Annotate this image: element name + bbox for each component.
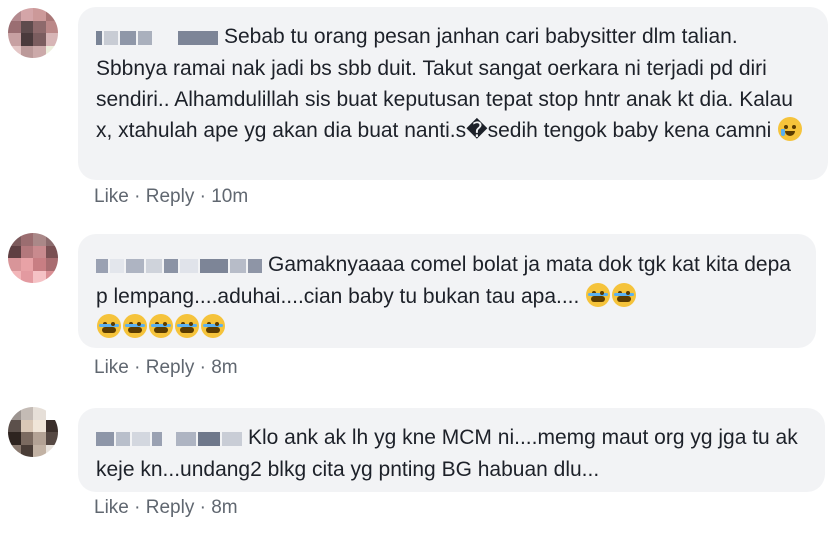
- avatar[interactable]: [8, 8, 58, 58]
- commenter-name-redacted[interactable]: [96, 250, 264, 281]
- timestamp[interactable]: 8m: [211, 357, 237, 378]
- loudly-crying-face-icon: [201, 313, 225, 338]
- separator: ·: [134, 497, 141, 518]
- separator: ·: [134, 357, 141, 378]
- commenter-name-redacted[interactable]: [96, 423, 244, 454]
- comment-actions: Like · Reply · 8m: [94, 357, 238, 379]
- comment-bubble: Klo ank ak lh yg kne MCM ni....memg maut…: [78, 408, 825, 492]
- like-link[interactable]: Like: [94, 497, 129, 518]
- avatar[interactable]: [8, 233, 58, 283]
- like-link[interactable]: Like: [94, 186, 129, 207]
- commenter-name-redacted[interactable]: [96, 22, 220, 53]
- reply-link[interactable]: Reply: [146, 357, 195, 378]
- timestamp[interactable]: 8m: [211, 497, 237, 518]
- comment-actions: Like · Reply · 8m: [94, 497, 238, 519]
- loudly-crying-face-icon: [612, 282, 637, 307]
- loudly-crying-face-icon: [175, 313, 199, 338]
- separator: ·: [199, 186, 206, 207]
- reply-link[interactable]: Reply: [146, 497, 195, 518]
- separator: ·: [199, 497, 206, 518]
- reply-link[interactable]: Reply: [146, 186, 195, 207]
- avatar[interactable]: [8, 407, 58, 457]
- crying-face-icon: [778, 116, 803, 141]
- loudly-crying-face-icon: [97, 313, 121, 338]
- loudly-crying-face-icon: [586, 282, 611, 307]
- loudly-crying-face-icon: [123, 313, 147, 338]
- timestamp[interactable]: 10m: [211, 186, 248, 207]
- separator: ·: [134, 186, 141, 207]
- comment-bubble: Sebab tu orang pesan janhan cari babysit…: [78, 7, 828, 180]
- comment-bubble: Gamaknyaaaa comel bolat ja mata dok tgk …: [78, 234, 816, 348]
- comment-actions: Like · Reply · 10m: [94, 186, 248, 208]
- like-link[interactable]: Like: [94, 357, 129, 378]
- separator: ·: [199, 357, 206, 378]
- loudly-crying-face-icon: [149, 313, 173, 338]
